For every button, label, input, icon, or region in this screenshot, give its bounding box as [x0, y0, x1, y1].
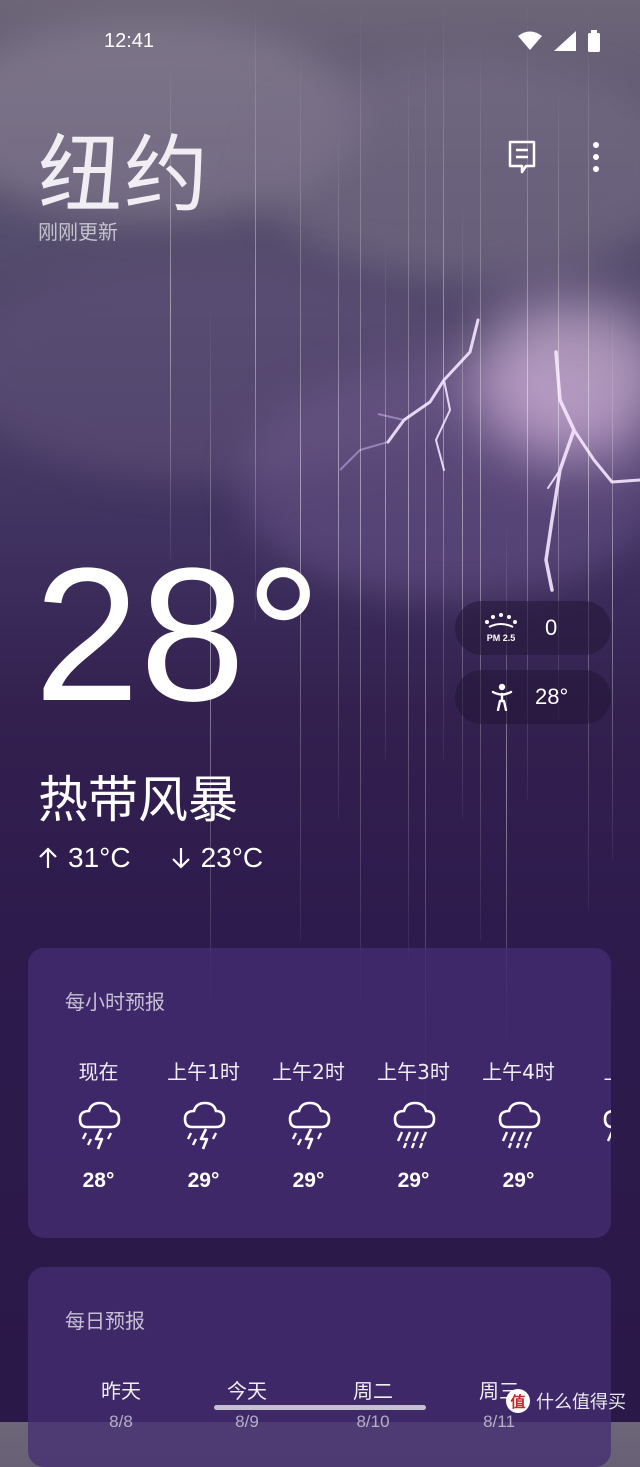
- more-vert-icon[interactable]: [592, 141, 600, 173]
- city-name: 纽约: [38, 126, 211, 224]
- hourly-item: 上午4时 29°: [466, 1056, 571, 1193]
- status-icons: [518, 30, 600, 52]
- cell-signal-icon: [554, 31, 576, 51]
- wifi-icon: [518, 31, 542, 50]
- daily-item: 今天 8/9: [184, 1375, 310, 1432]
- hourly-item: 上午29: [571, 1056, 611, 1193]
- watermark: 值 什么值得买: [506, 1388, 626, 1414]
- status-time: 12:41: [104, 30, 155, 52]
- pm25-icon: PM 2.5: [481, 611, 521, 645]
- hourly-item: 上午2时 29°: [256, 1056, 361, 1193]
- hourly-item: 现在 28°: [46, 1056, 151, 1193]
- hourly-list[interactable]: 现在 28° 上午1时 29° 上午2时 29° 上午3时 29° 上午4时 29° 上午29: [46, 1056, 611, 1193]
- daily-date: 8/8: [109, 1412, 133, 1431]
- status-bar: 12:41: [0, 0, 640, 84]
- high-low-temperatures: 31°C 23°C: [38, 842, 263, 874]
- thunderstorm-icon: [182, 1101, 226, 1155]
- hourly-temp: 29°: [292, 1169, 325, 1192]
- person-icon: [491, 683, 513, 711]
- high-temp-value: 31°C: [68, 842, 131, 873]
- hourly-temp: 28°: [82, 1169, 115, 1192]
- home-indicator[interactable]: [214, 1405, 426, 1410]
- hourly-temp: 29°: [397, 1169, 430, 1192]
- hourly-time-label: 上午1时: [167, 1060, 240, 1084]
- heavy-rain-icon: [497, 1101, 541, 1155]
- arrow-down-icon: [171, 848, 190, 869]
- hourly-forecast-title: 每小时预报: [65, 990, 165, 1014]
- arrow-up-icon: [39, 847, 57, 868]
- daily-day-label: 周二: [353, 1379, 393, 1403]
- heavy-rain-icon: [392, 1101, 436, 1155]
- watermark-text: 什么值得买: [536, 1392, 626, 1413]
- hourly-time-label: 上午4时: [482, 1060, 555, 1084]
- update-status: 刚刚更新: [38, 220, 118, 244]
- daily-forecast-title: 每日预报: [65, 1309, 145, 1333]
- pm25-label: PM 2.5: [486, 633, 516, 643]
- low-temp: 23°C: [171, 842, 264, 874]
- thunderstorm-icon: [287, 1101, 331, 1155]
- hourly-time-label: 上午2时: [272, 1060, 345, 1084]
- hourly-item: 上午1时 29°: [151, 1056, 256, 1193]
- thunderstorm-icon: [77, 1101, 121, 1155]
- hourly-temp: 29°: [187, 1169, 220, 1192]
- document-icon[interactable]: [508, 140, 536, 174]
- hourly-time-label: 上午3时: [377, 1060, 450, 1084]
- header-actions: [508, 140, 600, 174]
- daily-forecast-card[interactable]: 每日预报 昨天8/8今天8/9周二8/10周三8/11周8: [28, 1267, 611, 1467]
- daily-day-label: 今天: [227, 1379, 267, 1403]
- hourly-time-label: 上午: [604, 1056, 612, 1085]
- feels-like-pill[interactable]: 28°: [455, 670, 611, 724]
- aqi-value: 0: [545, 615, 558, 640]
- low-temp-value: 23°C: [200, 842, 264, 873]
- weather-condition: 热带风暴: [38, 771, 238, 829]
- daily-date: 8/11: [483, 1412, 515, 1431]
- watermark-logo: 值: [506, 1389, 530, 1413]
- hourly-forecast-card[interactable]: 每小时预报 现在28°上午1时29°上午2时29°上午3时29°上午4时29°上…: [28, 948, 611, 1238]
- feels-like-value: 28°: [535, 684, 569, 709]
- current-temperature: 28°: [34, 529, 322, 741]
- hourly-temp: 29°: [502, 1169, 535, 1192]
- daily-item: 昨天 8/8: [58, 1375, 184, 1432]
- aqi-pill[interactable]: PM 2.5 0: [455, 601, 611, 655]
- hourly-item: 上午3时 29°: [361, 1056, 466, 1193]
- battery-icon: [588, 30, 600, 52]
- daily-item: 周二 8/10: [310, 1375, 436, 1432]
- daily-date: 8/9: [235, 1412, 259, 1431]
- daily-date: 8/10: [356, 1412, 390, 1431]
- heavy-rain-icon: [602, 1101, 611, 1155]
- high-temp: 31°C: [38, 842, 131, 874]
- hourly-time-label: 现在: [78, 1060, 119, 1084]
- daily-day-label: 昨天: [101, 1379, 141, 1403]
- lightning-bolt: [339, 318, 640, 592]
